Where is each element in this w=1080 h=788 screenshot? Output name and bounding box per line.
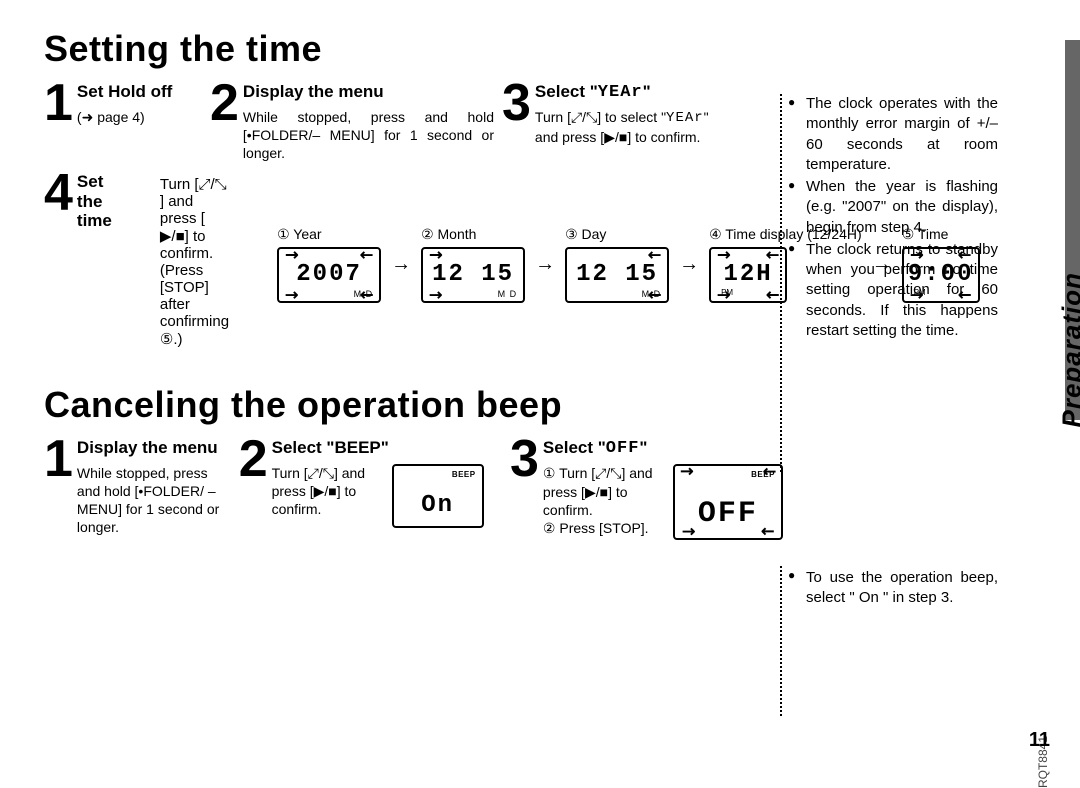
step-title: Set the time [77, 172, 112, 231]
time-step-4: 4 Set the time Turn [⤢/⤡] and press [▶/■… [44, 170, 770, 358]
page-number: 11 [1029, 729, 1050, 752]
updown-icon: ⤢/⤡ [595, 464, 621, 482]
seg-year-icon: YEAr [598, 83, 643, 103]
step-title: Display the menu [77, 438, 231, 458]
step-number: 3 [502, 80, 529, 162]
updown-icon: ⤢/⤡ [571, 108, 597, 126]
lcd-month: ↘↗ 12 15 M D [421, 247, 525, 303]
step-title: Select "YEAr" [535, 82, 722, 102]
updown-icon: ⤢/⤡ [199, 176, 227, 193]
step-title: Select "BEEP" [272, 438, 484, 458]
step-number: 4 [44, 170, 71, 358]
section-title-2: Canceling the operation beep [44, 384, 1050, 426]
time-step-1: 1 Set Hold off (➜ page 4) [44, 80, 202, 162]
step-number: 2 [239, 436, 266, 540]
step-body: ① Turn [⤢/⤡] and press [▶/■] to confirm.… [543, 464, 663, 537]
lcd-time-display: ↘↙↗↖ 12H PM [709, 247, 787, 303]
step-body: Turn [⤢/⤡] and press [▶/■] to confirm. (… [160, 176, 229, 348]
lcd-beep-on: BEEP On [392, 464, 484, 528]
lcd-label: ① Year [277, 226, 381, 243]
updown-icon: ⤢/⤡ [308, 464, 334, 482]
beep-step-3: 3 Select "OFF" ① Turn [⤢/⤡] and press [▶… [510, 436, 770, 540]
divider [780, 566, 782, 716]
step-body: While stopped, press and hold [•FOLDER/ … [77, 464, 231, 537]
step-number: 1 [44, 436, 71, 540]
step-body: While stopped, press and hold [•FOLDER/–… [243, 108, 494, 163]
lcd-year: ↘↙↗↖ 2007 M D [277, 247, 381, 303]
beep-step-1: 1 Display the menu While stopped, press … [44, 436, 231, 540]
note-item: When the year is flashing (e.g. "2007" o… [788, 177, 998, 238]
step-number: 1 [44, 80, 71, 162]
section-title-1: Setting the time [44, 28, 1050, 70]
step-body: Turn [⤢/⤡] to select "YEAr" and press [▶… [535, 108, 722, 146]
time-step-3: 3 Select "YEAr" Turn [⤢/⤡] to select "YE… [502, 80, 722, 162]
divider [780, 94, 782, 472]
lcd-label: ② Month [421, 226, 525, 243]
playstop-icon: ▶/■ [604, 128, 627, 146]
step-title: Set Hold off [77, 82, 172, 102]
arrow-right-icon: → [679, 253, 699, 276]
arrow-right-icon: → [535, 253, 555, 276]
lcd-label: ③ Day [565, 226, 669, 243]
playstop-icon: ▶/■ [585, 483, 608, 501]
step-title: Select "OFF" [543, 438, 783, 458]
section-tab-label: Preparation [1056, 272, 1080, 428]
lcd-day: ↙↖ 12 15 M D [565, 247, 669, 303]
step-number: 2 [210, 80, 237, 162]
seg-off-icon: OFF [606, 439, 640, 459]
notes-section-2: To use the operation beep, select " On "… [788, 568, 998, 609]
time-step-2: 2 Display the menu While stopped, press … [210, 80, 494, 162]
step-number: 3 [510, 436, 537, 540]
note-item: To use the operation beep, select " On "… [788, 568, 998, 607]
playstop-icon: ▶/■ [160, 227, 185, 245]
arrow-right-icon: → [391, 253, 411, 276]
note-item: The clock returns to standby when you pe… [788, 240, 998, 341]
beep-step-2: 2 Select "BEEP" Turn [⤢/⤡] and press [▶/… [239, 436, 502, 540]
step-body: Turn [⤢/⤡] and press [▶/■] to confirm. [272, 464, 382, 519]
lcd-beep-off: ↘↙↗↖ BEEP OFF [673, 464, 783, 540]
step-title: Display the menu [243, 82, 494, 102]
step-body: (➜ page 4) [77, 108, 172, 126]
notes-section-1: The clock operates with the monthly erro… [788, 94, 998, 343]
playstop-icon: ▶/■ [314, 482, 337, 500]
note-item: The clock operates with the monthly erro… [788, 94, 998, 175]
